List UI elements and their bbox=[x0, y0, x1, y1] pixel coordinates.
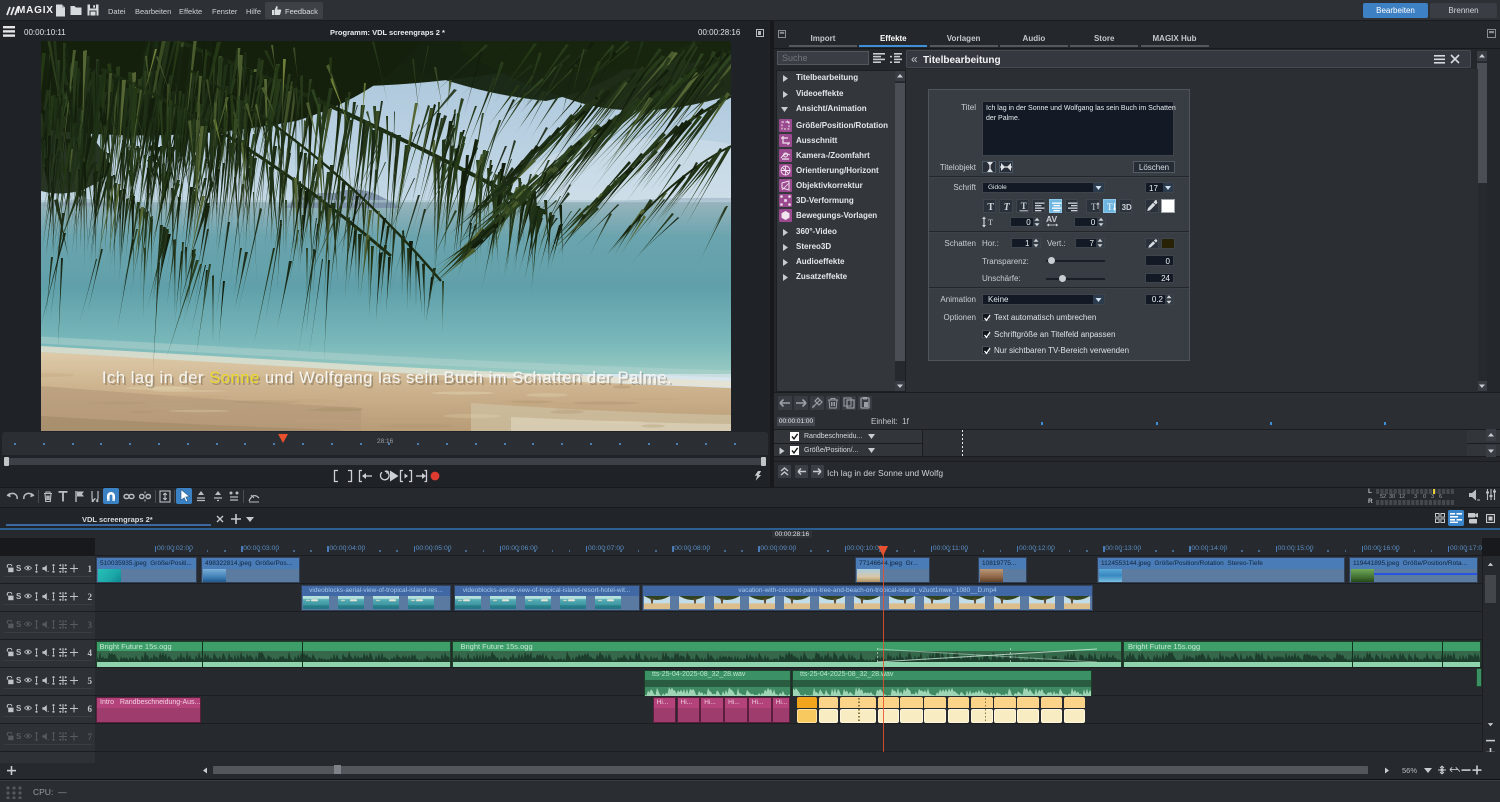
svg-text:T: T bbox=[1020, 201, 1026, 211]
svg-text:T: T bbox=[1091, 202, 1097, 212]
svg-text:AV: AV bbox=[1046, 214, 1058, 224]
svg-text:T: T bbox=[988, 218, 993, 227]
svg-text:T: T bbox=[1107, 202, 1113, 212]
svg-text:T: T bbox=[1004, 202, 1011, 213]
svg-text:Ich lag in der Sonne und Wolfg: Ich lag in der Sonne und Wolfgang las se… bbox=[102, 369, 672, 387]
svg-text:T: T bbox=[987, 202, 994, 213]
svg-text:3D: 3D bbox=[1121, 203, 1131, 212]
